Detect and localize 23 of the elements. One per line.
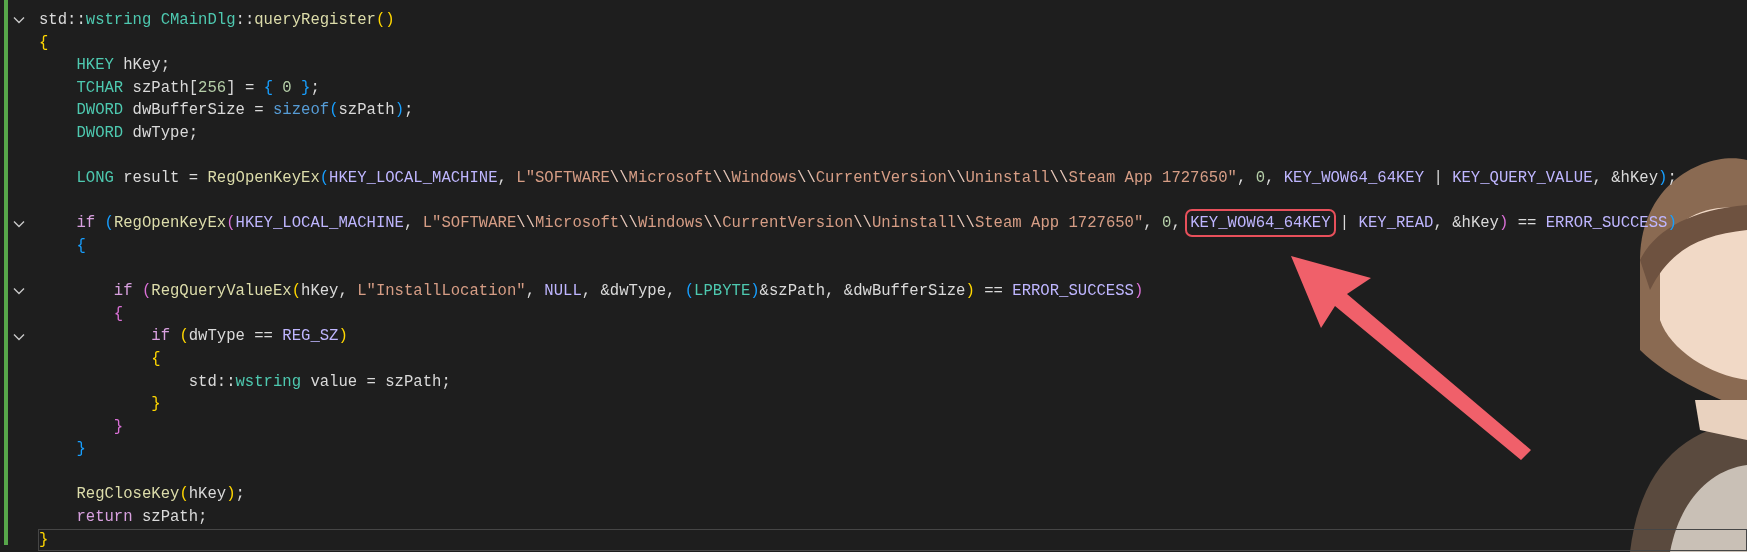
- code-line: return szPath;: [75, 507, 209, 529]
- code-line: HKEY hKey;: [75, 55, 172, 77]
- code-line: }: [150, 394, 162, 416]
- code-line: if (RegQueryValueEx(hKey, L"InstallLocation", NULL, &dwType, (LPBYTE)&szPath, &dwBufferSize) == ERROR_SUCCESS): [112, 281, 1145, 303]
- code-line: if (dwType == REG_SZ): [150, 326, 349, 348]
- code-line: DWORD dwBufferSize = sizeof(szPath);: [75, 100, 415, 122]
- code-line: }: [75, 439, 87, 461]
- code-line: }: [112, 416, 125, 438]
- code-line: {: [38, 32, 50, 54]
- code-line: {: [150, 348, 162, 370]
- fold-icon[interactable]: [13, 16, 25, 25]
- code-line: TCHAR szPath[256] = { 0 };: [75, 77, 321, 99]
- code-line: RegCloseKey(hKey);: [75, 484, 246, 506]
- fold-icon[interactable]: [13, 332, 25, 341]
- code-line: LONG result = RegOpenKeyEx(HKEY_LOCAL_MACHINE, L"SOFTWARE\\Microsoft\\Windows\\CurrentVersion\\Uninstall\\Steam App 1727650", 0, KEY_WOW64_64KEY | KEY_QUERY_VALUE, &hKey);: [75, 168, 1678, 190]
- code-line: std::wstring value = szPath;: [187, 371, 452, 393]
- code-line: std::wstring CMainDlg::queryRegister(): [38, 10, 396, 31]
- code-line: DWORD dwType;: [75, 122, 200, 144]
- code-line: {: [112, 303, 125, 325]
- code-line: {: [75, 235, 87, 257]
- fold-icon[interactable]: [13, 287, 25, 296]
- fold-icon[interactable]: [13, 219, 25, 228]
- code-line: if (RegOpenKeyEx(HKEY_LOCAL_MACHINE, L"SOFTWARE\\Microsoft\\Windows\\CurrentVersion\\Uninstall\\Steam App 1727650", 0, KEY_WOW64_64KEY | KEY_READ, &hKey) == ERROR_SUCCESS): [38, 212, 1747, 235]
